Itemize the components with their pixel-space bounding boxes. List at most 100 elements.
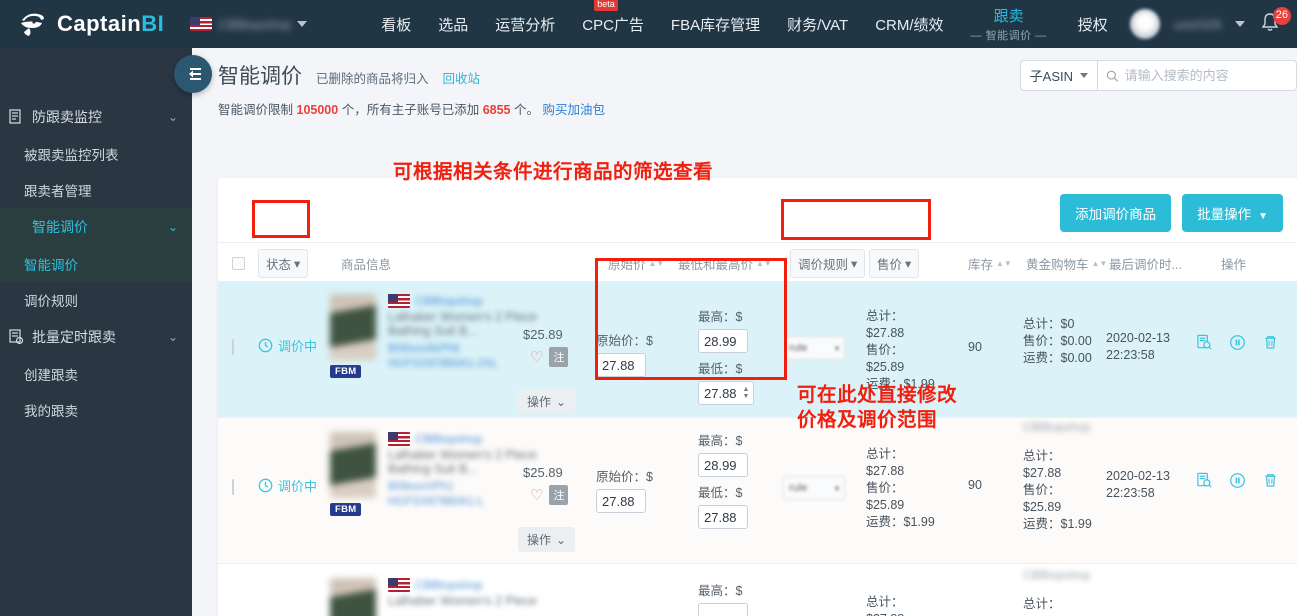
nav-item-operations-analysis[interactable]: 运营分析 [495,12,555,37]
nav-item-authorization[interactable]: 授权 [1078,12,1108,37]
search-field-wrap[interactable] [1097,60,1297,91]
sale-total-label: 总计： [866,447,904,461]
highest-price-input[interactable]: 28.99 [698,329,748,353]
nav-item-fba-inventory[interactable]: FBA库存管理 [671,12,760,37]
nav-sublabel: — 智能调价 — [970,30,1047,42]
th-product-info: 商品信息 [341,243,391,283]
row-checkbox[interactable] [232,339,234,355]
search-input[interactable] [1124,68,1288,83]
stepper-icon[interactable]: ▲ ▼ [741,384,751,402]
buybox-shipping-value: $1.99 [1060,517,1092,531]
status-filter-button[interactable]: 状态 ▾ [258,248,309,278]
sort-icon: ▲▼ [756,258,772,268]
sidebar-group-label: 批量定时跟卖 [32,329,116,345]
sidebar-group-batch-follow[interactable]: 批量定时跟卖 ⌄ [0,318,192,356]
add-pricing-product-button[interactable]: 添加调价商品 [1060,194,1172,232]
buy-package-link[interactable]: 购买加油包 [543,103,606,117]
nav-item-crm-performance[interactable]: CRM/绩效 [875,12,943,37]
recycle-bin-link[interactable]: 回收站 [443,68,481,87]
caret-down-icon: ▾ [905,256,912,271]
buybox-total-label: 总计： [1023,449,1061,463]
sale-price-value: $25.89 [866,498,905,512]
table-row[interactable]: 调价中 FBM CBBtopshop Lalhaber Women's 2 Pi… [218,282,1297,418]
pricing-table-card: 添加调价商品 批量操作▼ 状态▾ 商品信息 原始价▲▼ 最低和最高价▲▼ [218,178,1297,616]
last-price-clock: 22:23:58 [1106,348,1155,362]
favorite-heart-icon[interactable]: ♡ [530,486,543,504]
sidebar-item-smart-pricing[interactable]: 智能调价 [0,246,192,282]
row-operation-dropdown[interactable]: 操作 ⌄ [518,527,576,552]
sale-shipping-label: 运费： [866,377,904,391]
product-thumbnail-wrap[interactable]: FBM [330,294,376,378]
row-action-icons [1196,472,1279,489]
original-price-label: 原始价：$ [596,334,653,348]
nav-item-dashboard[interactable]: 看板 [381,12,411,37]
delete-trash-icon[interactable] [1262,334,1279,351]
page-title: 智能调价 [218,65,302,88]
th-original-price[interactable]: 原始价 ▲▼ [608,243,664,283]
pricing-rule-filter-button[interactable]: 调价规则 ▾ [790,248,866,278]
original-price-input[interactable]: 27.88 [596,353,646,377]
search-type-select[interactable]: 子ASIN [1019,60,1097,91]
batch-operation-button[interactable]: 批量操作 ▼ [1182,194,1283,232]
lowest-price-input[interactable]: 27.88 [698,505,748,529]
th-stock[interactable]: 库存 ▲▼ [968,243,1012,283]
th-buybox[interactable]: 黄金购物车 ▲▼ [1026,243,1107,283]
brand-logo-area[interactable]: CaptainBI [18,9,164,39]
select-all-checkbox[interactable] [232,256,245,270]
sidebar-group-smart-pricing[interactable]: 智能调价 ⌄ [0,208,192,246]
shop-selector[interactable]: CBBtopshop [190,17,308,32]
pause-icon[interactable] [1229,334,1246,351]
nav-item-product-selection[interactable]: 选品 [438,12,468,37]
pricing-rule-select[interactable]: rule ▾ [783,336,845,360]
table-row[interactable]: CBBtopshop Lalhaber Women's 2 Piece 最高：$… [218,564,1297,616]
original-price-input[interactable]: 27.88 [596,489,646,513]
highest-price-group: 最高：$ 28.99 [698,306,748,353]
sidebar-item-monitor-list[interactable]: 被跟卖监控列表 [0,136,192,172]
th-min-max-price[interactable]: 最低和最高价 ▲▼ [678,243,772,283]
lowest-price-group: 最低：$ 27.88 ▲ ▼ [698,358,754,405]
op-label: 操作 [527,395,552,409]
product-shop-line: CBBtopshop [388,294,618,308]
nav-item-cpc-ads[interactable]: beta CPC广告 [582,0,644,37]
highest-price-input[interactable]: 28.99 [698,453,748,477]
row-checkbox[interactable] [232,479,234,495]
chevron-down-icon: ⌄ [167,220,178,234]
main-content: 智能调价 已删除的商品将归入 回收站 智能调价限制 105000 个，所有主子账… [192,48,1297,616]
product-thumbnail-wrap[interactable]: FBM [330,432,376,516]
highest-price-input[interactable] [698,603,748,616]
limit-value: 105000 [296,103,339,117]
lowest-price-value: 27.88 [704,385,737,401]
table-row[interactable]: 调价中 FBM CBBtopshop Lalhaber Women's 2 Pi… [218,418,1297,564]
pause-icon[interactable] [1229,472,1246,489]
sidebar-group-anti-follow[interactable]: 防跟卖监控 ⌄ [0,98,192,136]
product-thumbnail-wrap[interactable] [330,578,376,616]
avatar[interactable] [1130,9,1161,39]
quota-row: 智能调价限制 105000 个，所有主子账号已添加 6855 个。 购买加油包 [218,99,1297,118]
log-search-icon[interactable] [1196,334,1213,351]
th-pricing-rule: 调价规则 ▾ [790,243,866,283]
sale-price-filter-button[interactable]: 售价 ▾ [869,248,920,278]
original-price-group: 原始价：$ 27.88 [596,330,653,377]
chevron-down-icon[interactable] [1235,21,1245,27]
product-shop: CBBtopshop [415,432,483,446]
sidebar-item-follower-mgmt[interactable]: 跟卖者管理 [0,172,192,208]
lowest-price-input[interactable]: 27.88 ▲ ▼ [698,381,754,405]
pricing-rule-select[interactable]: rule ▾ [783,476,845,500]
last-price-time: 2020-02-13 22:23:58 [1106,330,1170,364]
product-shop-line: CBBtopshop [388,432,618,446]
nav-item-finance-vat[interactable]: 财务/VAT [787,12,848,37]
notification-count: 26 [1272,7,1291,25]
delete-trash-icon[interactable] [1262,472,1279,489]
favorite-heart-icon[interactable]: ♡ [530,348,543,366]
sale-price-label: 售价： [866,343,904,357]
sidebar-item-my-follow[interactable]: 我的跟卖 [0,392,192,428]
nav-item-follow-sell[interactable]: 跟卖 — 智能调价 — [971,3,1047,45]
note-tag-button[interactable]: 注 [549,347,569,367]
notification-bell[interactable]: 26 [1259,7,1291,37]
sidebar-collapse-toggle[interactable] [174,55,212,93]
note-tag-button[interactable]: 注 [549,485,569,505]
log-search-icon[interactable] [1196,472,1213,489]
row-operation-dropdown[interactable]: 操作 ⌄ [518,389,576,414]
sidebar-item-pricing-rules[interactable]: 调价规则 [0,282,192,318]
sidebar-item-create-follow[interactable]: 创建跟卖 [0,356,192,392]
